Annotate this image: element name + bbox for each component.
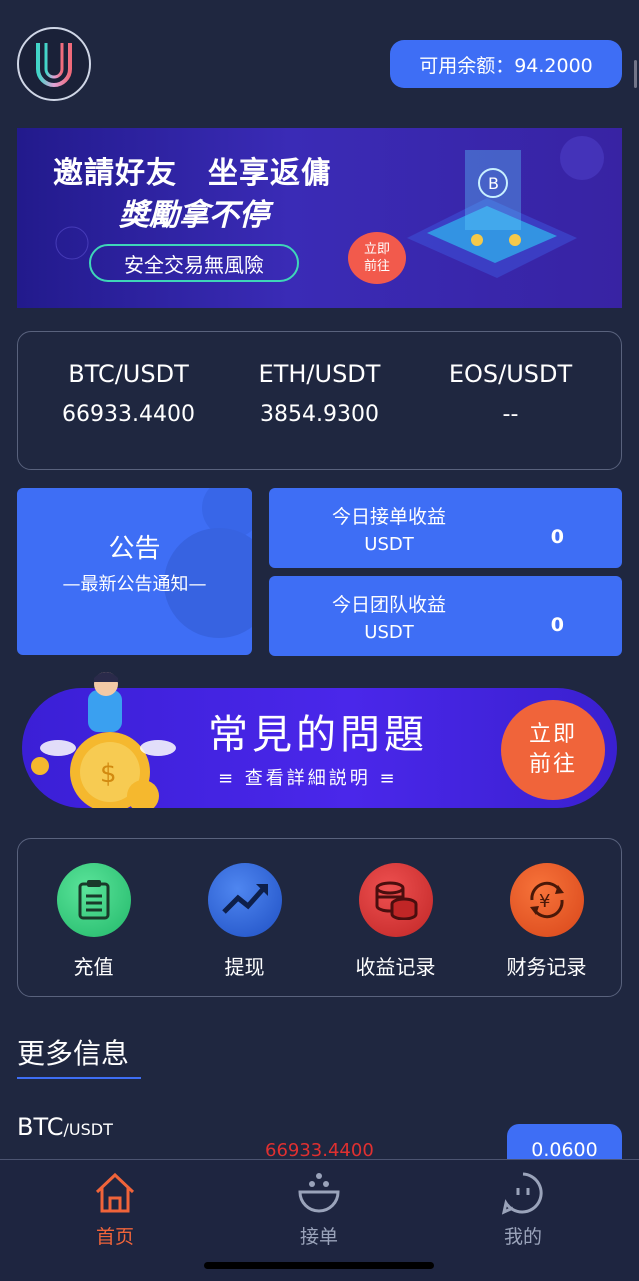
more-info-underline [17, 1077, 141, 1079]
quick-action-recharge[interactable]: 充值 [18, 839, 169, 980]
stat-card-order-income: 今日接单收益 USDT 0 [269, 488, 622, 568]
trend-up-icon [207, 863, 282, 937]
market-row-base: BTC [17, 1113, 64, 1141]
coins-icon [358, 863, 433, 937]
ticker-price: 66933.4400 [62, 402, 195, 427]
tab-profile[interactable]: 我的 [463, 1170, 583, 1249]
logo-u-icon [36, 43, 72, 87]
quick-action-label: 财务记录 [506, 955, 587, 979]
market-row-pair[interactable]: BTC/USDT [17, 1113, 113, 1141]
ticker-pair: EOS/USDT [448, 360, 573, 388]
faq-title: 常見的問題 [208, 712, 428, 758]
banner-safe-pill: 安全交易無風險 [89, 244, 299, 282]
faq-go-line2: 前往 [528, 752, 577, 777]
ticker-item-eth[interactable]: ETH/USDT 3854.9300 [219, 332, 420, 427]
scrollbar[interactable] [634, 60, 637, 88]
notice-card[interactable]: 公告 —最新公告通知— [17, 488, 252, 655]
svg-text:$: $ [100, 759, 117, 789]
tab-label: 我的 [503, 1226, 542, 1248]
stat-unit: USDT [364, 534, 414, 555]
quick-action-label: 提现 [224, 955, 265, 979]
banner-headline: 邀請好友 坐享返傭 [53, 156, 332, 191]
tab-label: 接单 [299, 1226, 338, 1248]
market-row-price: 66933.4400 [265, 1140, 374, 1161]
quick-actions: 充值 提现 收益记录 ¥ 财务记录 [17, 838, 622, 997]
faq-go-line1: 立即 [528, 722, 577, 747]
stat-unit: USDT [364, 622, 414, 643]
ticker-item-eos[interactable]: EOS/USDT -- [410, 332, 611, 427]
tab-orders[interactable]: 接单 [259, 1170, 379, 1249]
balance-badge: 可用余额：94.2000 [390, 40, 622, 88]
svg-text:¥: ¥ [539, 891, 550, 912]
invite-banner[interactable]: B 邀請好友 坐享返傭 獎勵拿不停 安全交易無風險 立即 前往 [17, 128, 622, 308]
ticker-item-btc[interactable]: BTC/USDT 66933.4400 [28, 332, 229, 427]
bowl-icon [298, 1173, 340, 1213]
home-indicator [204, 1262, 434, 1269]
quick-action-income-records[interactable]: 收益记录 [320, 839, 471, 980]
notice-title: 公告 [108, 534, 161, 564]
yen-cycle-icon: ¥ [509, 863, 584, 937]
market-row-quote: /USDT [63, 1120, 113, 1139]
coin-character-icon: $ [31, 672, 176, 808]
stat-card-team-income: 今日团队收益 USDT 0 [269, 576, 622, 656]
stat-value: 0 [550, 526, 564, 548]
ticker-pair: ETH/USDT [258, 360, 381, 388]
faq-banner[interactable]: $ 常見的問題 ≡ 查看詳細説明 ≡ 立即 前往 [22, 672, 617, 808]
quick-action-finance-records[interactable]: ¥ 财务记录 [471, 839, 622, 980]
quick-action-label: 收益记录 [355, 955, 436, 979]
home-icon [95, 1172, 135, 1213]
tab-home[interactable]: 首页 [55, 1170, 175, 1249]
notice-subtitle: —最新公告通知— [62, 574, 207, 595]
stat-label: 今日团队收益 [331, 594, 446, 616]
svg-text:B: B [488, 174, 499, 193]
chat-face-icon [501, 1172, 543, 1215]
ticker-price: -- [502, 402, 519, 427]
app-logo [17, 27, 91, 101]
banner-go-button[interactable]: 立即 前往 [348, 232, 406, 284]
more-info-title: 更多信息 [17, 1037, 130, 1070]
banner-go-line2: 前往 [363, 259, 390, 274]
faq-go-button[interactable]: 立即 前往 [501, 700, 605, 800]
banner-subheadline: 獎勵拿不停 [119, 198, 269, 233]
stat-label: 今日接单收益 [331, 506, 446, 528]
tab-label: 首页 [95, 1226, 134, 1248]
faq-subtitle: ≡ 查看詳細説明 ≡ [218, 768, 398, 789]
market-ticker: BTC/USDT 66933.4400 ETH/USDT 3854.9300 E… [17, 331, 622, 470]
banner-go-line1: 立即 [363, 242, 390, 257]
ticker-price: 3854.9300 [260, 402, 379, 427]
clipboard-icon [56, 863, 131, 937]
ticker-pair: BTC/USDT [68, 360, 189, 388]
stat-value: 0 [550, 614, 564, 636]
quick-action-withdraw[interactable]: 提现 [169, 839, 320, 980]
quick-action-label: 充值 [73, 955, 114, 979]
